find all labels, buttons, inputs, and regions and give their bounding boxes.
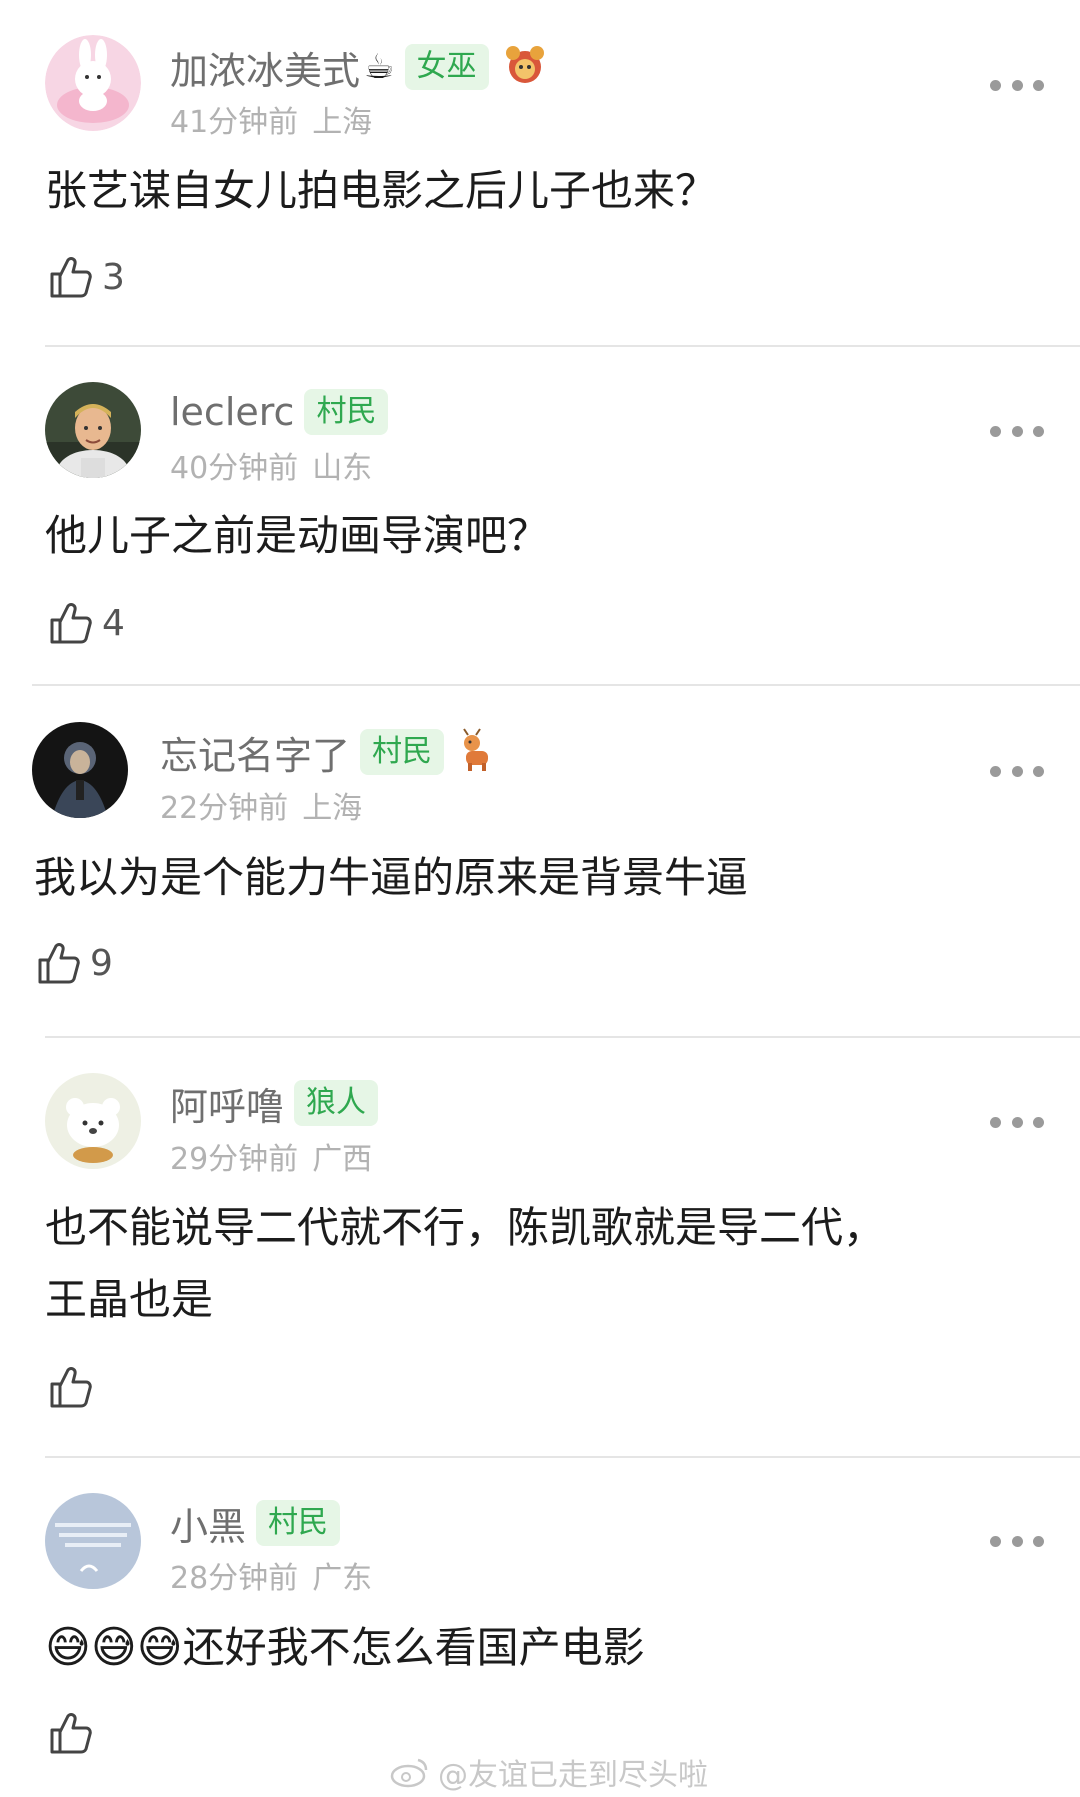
username[interactable]: leclerc: [170, 390, 294, 434]
user-avatar[interactable]: [32, 722, 128, 818]
like-button[interactable]: [48, 1708, 102, 1758]
thumbs-up-icon: [50, 1713, 92, 1754]
more-options-icon[interactable]: [990, 75, 1044, 95]
like-count: 4: [102, 602, 125, 644]
username[interactable]: 加浓冰美式: [170, 40, 360, 95]
deer-sticker-icon: [458, 727, 498, 777]
like-button[interactable]: 3: [48, 252, 125, 302]
comment-time: 22分钟前: [160, 791, 289, 826]
comment-location: 广西: [312, 1142, 373, 1177]
sweat-smile-emoji: 😅: [136, 1622, 183, 1673]
thumbs-up-icon: [50, 1367, 92, 1408]
like-button[interactable]: 9: [36, 938, 113, 988]
user-avatar[interactable]: [45, 1493, 141, 1589]
more-options-icon[interactable]: [990, 761, 1044, 781]
thumbs-up-icon: [50, 257, 92, 298]
more-options-icon[interactable]: [990, 1531, 1044, 1551]
user-avatar[interactable]: [45, 35, 141, 131]
comment-location: 广东: [312, 1561, 373, 1596]
weibo-logo-icon: [390, 1758, 428, 1788]
like-button[interactable]: 4: [48, 598, 125, 648]
divider: [32, 684, 1080, 686]
comment-text: 张艺谋自女儿拍电影之后儿子也来？: [45, 166, 718, 215]
divider: [45, 1036, 1080, 1038]
bear-sticker-icon: [503, 41, 547, 93]
comment-text: 我以为是个能力牛逼的原来是背景牛逼: [34, 853, 749, 902]
comment-time: 41分钟前: [170, 105, 299, 140]
sweat-smile-emoji: 😅: [90, 1622, 137, 1673]
weibo-watermark: @友谊已走到尽头啦: [390, 1750, 708, 1794]
comment-text: 他儿子之前是动画导演吧？: [45, 511, 550, 560]
role-badge: 村民: [360, 729, 445, 775]
more-options-icon[interactable]: [990, 1112, 1044, 1132]
comment-time: 29分钟前: [170, 1142, 299, 1177]
comment-text: 😅😅😅还好我不怎么看国产电影: [45, 1612, 645, 1684]
comment-location: 上海: [312, 105, 373, 140]
coffee-emoji: ☕: [364, 47, 395, 87]
like-count: 3: [102, 256, 125, 298]
comment-time: 28分钟前: [170, 1561, 299, 1596]
sweat-smile-emoji: 😅: [45, 1622, 91, 1673]
comment-location: 上海: [302, 791, 363, 826]
divider: [45, 1456, 1080, 1458]
role-badge: 村民: [256, 1500, 341, 1546]
comment-text-line-1: 也不能说导二代就不行，陈凯歌就是导二代，: [45, 1203, 886, 1252]
thumbs-up-icon: [38, 943, 80, 984]
thumbs-up-icon: [50, 603, 92, 644]
username[interactable]: 小黑: [170, 1496, 246, 1551]
like-button[interactable]: [48, 1362, 102, 1412]
username[interactable]: 阿呼噜: [170, 1076, 284, 1131]
role-badge: 狼人: [294, 1080, 379, 1126]
more-options-icon[interactable]: [990, 421, 1044, 441]
role-badge: 村民: [304, 389, 389, 435]
comment-text-body: 还好我不怎么看国产电影: [182, 1623, 645, 1672]
watermark-text: @友谊已走到尽头啦: [438, 1758, 708, 1793]
user-avatar[interactable]: [45, 1073, 141, 1169]
username[interactable]: 忘记名字了: [160, 725, 350, 780]
comment-text-line-2: 王晶也是: [45, 1275, 214, 1324]
user-avatar[interactable]: [45, 382, 141, 478]
like-count: 9: [90, 942, 113, 984]
comment-time: 40分钟前: [170, 451, 299, 486]
comment-location: 山东: [312, 451, 373, 486]
divider: [45, 345, 1080, 347]
role-badge: 女巫: [404, 44, 489, 90]
